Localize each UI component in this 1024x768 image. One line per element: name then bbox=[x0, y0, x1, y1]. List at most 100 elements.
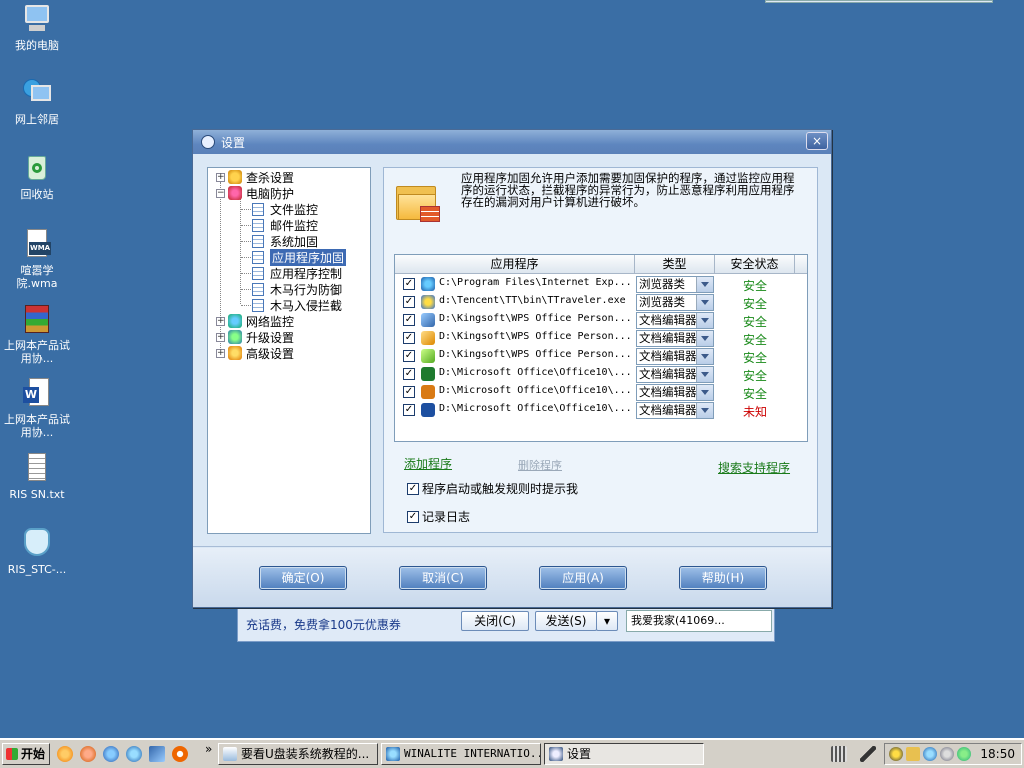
quicklaunch-ie-icon[interactable] bbox=[126, 746, 142, 762]
prompt-on-trigger-option[interactable]: ✓ 程序启动或触发规则时提示我 bbox=[407, 480, 578, 497]
table-row[interactable]: ✓ D:\Microsoft Office\Office10\... 文档编辑器… bbox=[395, 383, 807, 401]
quicklaunch-globe-icon[interactable] bbox=[103, 746, 119, 762]
row-checkbox[interactable]: ✓ bbox=[403, 404, 415, 416]
chevron-down-icon[interactable] bbox=[696, 277, 713, 292]
pen-icon[interactable] bbox=[860, 746, 876, 762]
dialog-titlebar[interactable]: 设置 bbox=[193, 130, 831, 154]
table-row[interactable]: ✓ D:\Microsoft Office\Office10\... 文档编辑器… bbox=[395, 401, 807, 419]
task-button-settings[interactable]: 设置 bbox=[544, 743, 704, 765]
chevron-down-icon[interactable] bbox=[696, 331, 713, 346]
desktop-icon-my-computer[interactable]: 我的电脑 bbox=[2, 3, 72, 52]
row-checkbox[interactable]: ✓ bbox=[403, 278, 415, 290]
desktop-icon-recycle-bin[interactable]: 回收站 bbox=[2, 152, 72, 201]
tree-item-system-hardening[interactable]: 系统加固 bbox=[252, 233, 318, 249]
row-checkbox[interactable]: ✓ bbox=[403, 350, 415, 362]
im-contact-select[interactable]: 我爱我家(41069... bbox=[626, 610, 772, 632]
im-promo-text[interactable]: 充话费，免费拿100元优惠券 bbox=[246, 616, 401, 633]
row-checkbox[interactable]: ✓ bbox=[403, 368, 415, 380]
tree-item-app-hardening[interactable]: 应用程序加固 bbox=[252, 248, 347, 266]
tree-item-app-control[interactable]: 应用程序控制 bbox=[252, 265, 342, 281]
search-supported-programs-link[interactable]: 搜索支持程序 bbox=[718, 459, 790, 476]
chevron-down-icon[interactable] bbox=[696, 385, 713, 400]
expand-icon[interactable]: + bbox=[216, 172, 225, 182]
type-select[interactable]: 浏览器类 bbox=[636, 276, 714, 293]
quicklaunch-chevron-icon[interactable]: » bbox=[205, 742, 212, 756]
type-select[interactable]: 文档编辑器 bbox=[636, 348, 714, 365]
app-path: D:\Microsoft Office\Office10\... bbox=[439, 403, 632, 414]
qq-icon[interactable] bbox=[889, 747, 903, 761]
close-button[interactable]: × bbox=[806, 132, 828, 150]
tree-item-advanced-settings[interactable]: + 高级设置 bbox=[216, 345, 294, 361]
apply-button[interactable]: 应用(A) bbox=[539, 566, 627, 590]
quicklaunch-browser-icon[interactable] bbox=[57, 746, 73, 762]
row-checkbox[interactable]: ✓ bbox=[403, 296, 415, 308]
delete-program-link[interactable]: 删除程序 bbox=[518, 457, 562, 473]
tree-item-trojan-behavior[interactable]: 木马行为防御 bbox=[252, 281, 342, 297]
im-send-button[interactable]: 发送(S) bbox=[535, 611, 597, 631]
tree-item-update-settings[interactable]: + 升级设置 bbox=[216, 329, 294, 345]
tree-item-network-monitor[interactable]: + 网络监控 bbox=[216, 313, 294, 329]
type-select[interactable]: 文档编辑器 bbox=[636, 312, 714, 329]
chevron-down-icon[interactable] bbox=[696, 313, 713, 328]
im-close-button[interactable]: 关闭(C) bbox=[461, 611, 529, 631]
task-button-document[interactable]: 要看U盘装系统教程的... bbox=[218, 743, 378, 765]
tree-item-pc-protection[interactable]: − 电脑防护 bbox=[216, 185, 294, 201]
folder-tray-icon[interactable] bbox=[906, 747, 920, 761]
expand-icon[interactable]: + bbox=[216, 332, 225, 342]
desktop-icon-txt-file[interactable]: RIS SN.txt bbox=[2, 452, 72, 501]
type-select[interactable]: 文档编辑器 bbox=[636, 402, 714, 419]
row-checkbox[interactable]: ✓ bbox=[403, 386, 415, 398]
table-row[interactable]: ✓ d:\Tencent\TT\bin\TTraveler.exe 浏览器类 安… bbox=[395, 293, 807, 311]
ok-button[interactable]: 确定(O) bbox=[259, 566, 347, 590]
add-program-link[interactable]: 添加程序 bbox=[404, 455, 452, 472]
task-button-browser[interactable]: WINALITE INTERNATIO... bbox=[381, 743, 541, 765]
desktop-icon-network[interactable]: 网上邻居 bbox=[2, 77, 72, 126]
table-row[interactable]: ✓ C:\Program Files\Internet Exp... 浏览器类 … bbox=[395, 275, 807, 293]
expand-icon[interactable]: + bbox=[216, 316, 225, 326]
option-checkbox[interactable]: ✓ bbox=[407, 482, 419, 495]
type-select[interactable]: 浏览器类 bbox=[636, 294, 714, 311]
expand-icon[interactable]: + bbox=[216, 348, 225, 358]
network-tray-icon[interactable] bbox=[923, 747, 937, 761]
quicklaunch-desktop-icon[interactable] bbox=[149, 746, 165, 762]
tree-item-mail-monitor[interactable]: 邮件监控 bbox=[252, 217, 318, 233]
quicklaunch-media-icon[interactable] bbox=[172, 746, 188, 762]
column-header-app[interactable]: 应用程序 bbox=[395, 255, 635, 274]
row-checkbox[interactable]: ✓ bbox=[403, 314, 415, 326]
system-tray: 18:50 bbox=[884, 743, 1022, 765]
type-select[interactable]: 文档编辑器 bbox=[636, 384, 714, 401]
desktop-icon-rar-file[interactable]: 上网本产品试用协... bbox=[2, 303, 72, 365]
type-select[interactable]: 文档编辑器 bbox=[636, 330, 714, 347]
cancel-button[interactable]: 取消(C) bbox=[399, 566, 487, 590]
tree-item-trojan-intrusion[interactable]: 木马入侵拦截 bbox=[252, 297, 342, 313]
option-checkbox[interactable]: ✓ bbox=[407, 510, 419, 523]
table-row[interactable]: ✓ D:\Kingsoft\WPS Office Person... 文档编辑器… bbox=[395, 329, 807, 347]
row-checkbox[interactable]: ✓ bbox=[403, 332, 415, 344]
chevron-down-icon[interactable] bbox=[696, 367, 713, 382]
umbrella-icon[interactable] bbox=[957, 747, 971, 761]
speaker-icon[interactable] bbox=[940, 747, 954, 761]
tree-item-scan-settings[interactable]: + 查杀设置 bbox=[216, 169, 294, 185]
keyboard-icon[interactable] bbox=[831, 746, 847, 762]
tt-browser-icon bbox=[421, 295, 435, 309]
option-label: 程序启动或触发规则时提示我 bbox=[422, 482, 579, 496]
log-option[interactable]: ✓ 记录日志 bbox=[407, 508, 470, 525]
column-header-type[interactable]: 类型 bbox=[635, 255, 715, 274]
table-row[interactable]: ✓ D:\Kingsoft\WPS Office Person... 文档编辑器… bbox=[395, 311, 807, 329]
tree-item-file-monitor[interactable]: 文件监控 bbox=[252, 201, 318, 217]
chevron-down-icon[interactable] bbox=[696, 403, 713, 418]
help-button[interactable]: 帮助(H) bbox=[679, 566, 767, 590]
type-select[interactable]: 文档编辑器 bbox=[636, 366, 714, 383]
desktop-icon-wma-file[interactable]: WMA 喧嚣学院.wma bbox=[2, 228, 72, 290]
im-send-dropdown[interactable]: ▾ bbox=[596, 611, 618, 631]
table-row[interactable]: ✓ D:\Kingsoft\WPS Office Person... 文档编辑器… bbox=[395, 347, 807, 365]
collapse-icon[interactable]: − bbox=[216, 188, 225, 198]
column-header-status[interactable]: 安全状态 bbox=[715, 255, 795, 274]
quicklaunch-tool-icon[interactable] bbox=[80, 746, 96, 762]
chevron-down-icon[interactable] bbox=[696, 295, 713, 310]
chevron-down-icon[interactable] bbox=[696, 349, 713, 364]
desktop-icon-word-file[interactable]: W 上网本产品试用协... bbox=[2, 377, 72, 439]
table-row[interactable]: ✓ D:\Microsoft Office\Office10\... 文档编辑器… bbox=[395, 365, 807, 383]
start-button[interactable]: 开始 bbox=[2, 743, 50, 765]
desktop-icon-rising[interactable]: RIS_STC-... bbox=[2, 527, 72, 576]
